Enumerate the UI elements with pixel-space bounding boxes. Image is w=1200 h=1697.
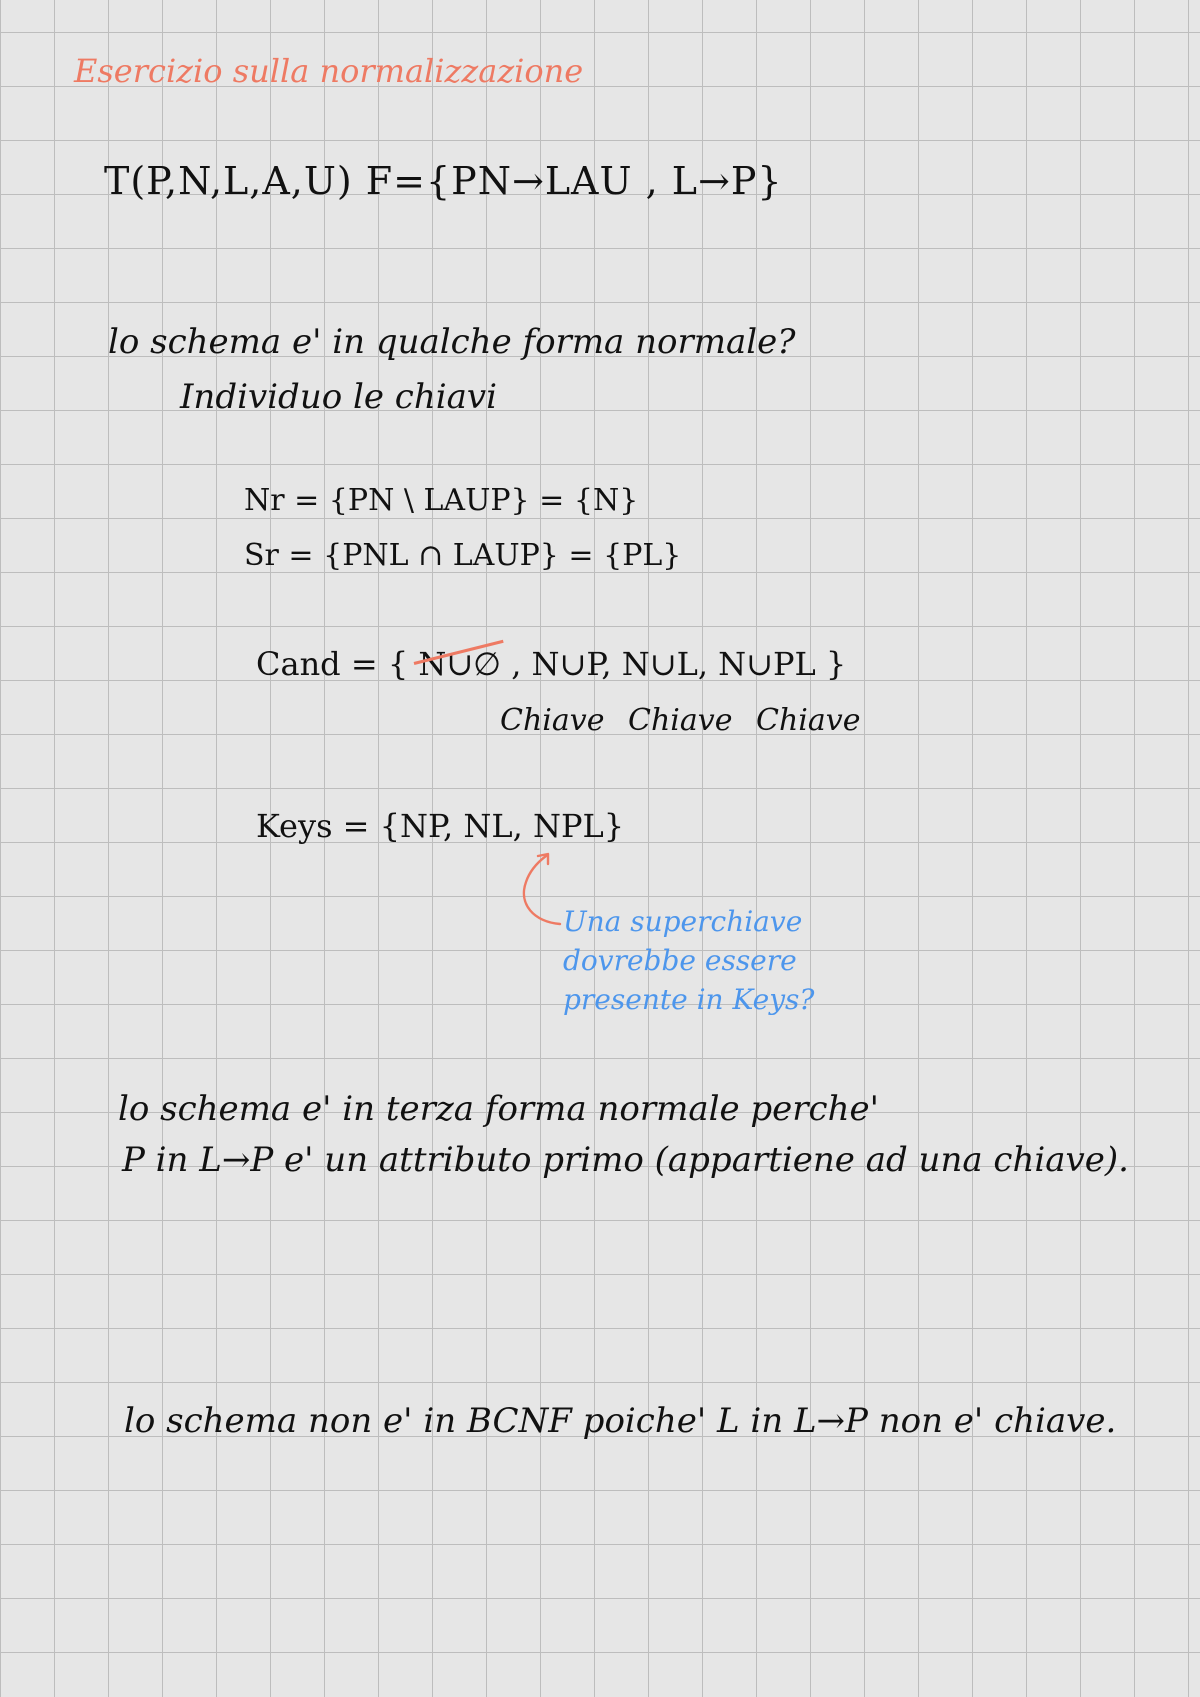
- schema-formula: T(P,N,L,A,U) F={PN→LAU , L→P}: [104, 159, 783, 203]
- exercise-title: Esercizio sulla normalizzazione: [74, 52, 584, 90]
- candidate-prefix: Cand = {: [256, 645, 409, 683]
- candidate-keys-line: Cand = { N∪∅ , N∪P, N∪L, N∪PL }: [256, 639, 847, 683]
- left-side-set: Nr = {PN \ LAUP} = {N}: [244, 483, 639, 518]
- superkey-note-line-2: dovrebbe essere: [563, 944, 797, 977]
- annotation-arrow-icon: [522, 852, 562, 926]
- superkey-note-line-1: Una superchiave: [563, 905, 803, 938]
- candidate-rest: , N∪P, N∪L, N∪PL }: [511, 645, 847, 683]
- third-nf-statement: lo schema e' in terza forma normale perc…: [118, 1089, 879, 1129]
- third-nf-reason: P in L→P e' un attributo primo (appartie…: [122, 1140, 1129, 1180]
- find-keys-step: Individuo le chiavi: [180, 377, 497, 417]
- bcnf-statement: lo schema non e' in BCNF poiche' L in L→…: [124, 1401, 1117, 1441]
- chiave-label-2: Chiave: [628, 703, 733, 738]
- both-sides-set: Sr = {PNL ∩ LAUP} = {PL}: [244, 538, 682, 573]
- superkey-note-line-3: presente in Keys?: [563, 983, 815, 1016]
- chiave-labels: Chiave Chiave Chiave: [500, 706, 875, 736]
- superkey-note: Una superchiave dovrebbe essere presente…: [563, 902, 823, 1019]
- normal-form-question: lo schema e' in qualche forma normale?: [108, 322, 796, 362]
- keys-set: Keys = {NP, NL, NPL}: [256, 807, 625, 845]
- chiave-label-3: Chiave: [756, 703, 861, 738]
- chiave-label-1: Chiave: [500, 703, 605, 738]
- struck-candidate: N∪∅: [413, 639, 504, 680]
